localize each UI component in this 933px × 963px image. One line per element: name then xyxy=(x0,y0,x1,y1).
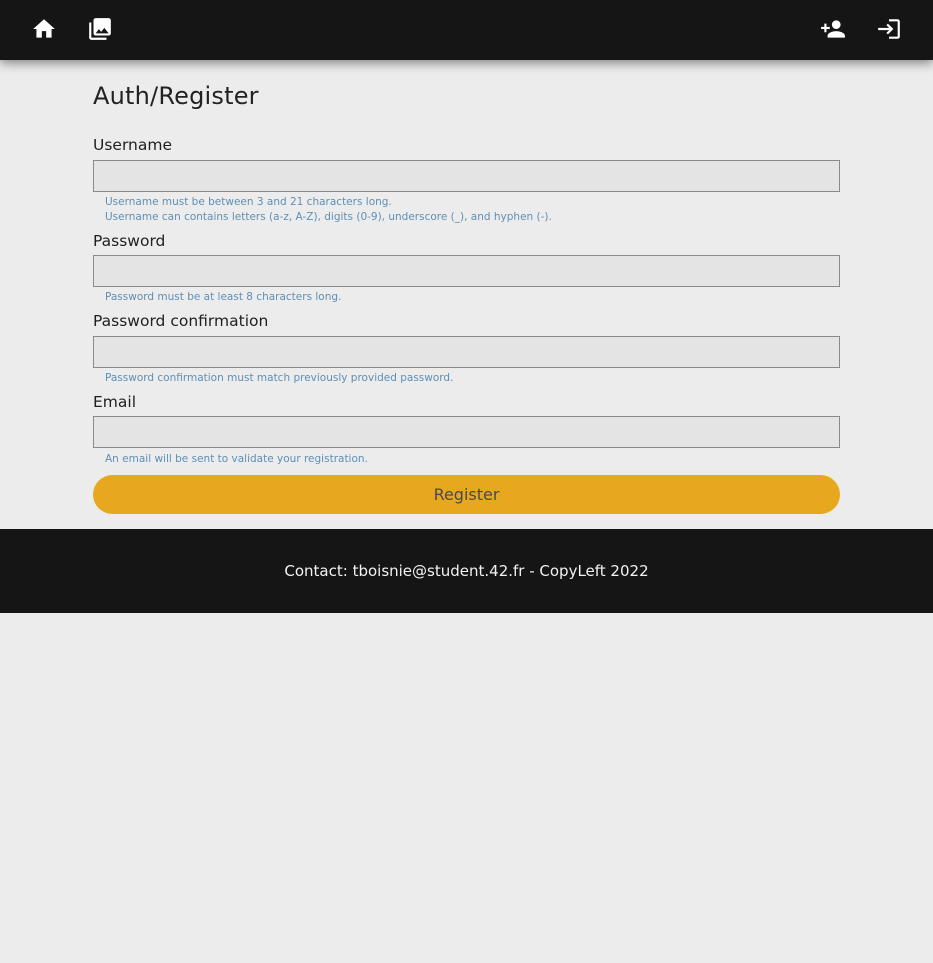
username-label: Username xyxy=(93,136,173,154)
top-navbar xyxy=(0,0,933,60)
page-title: Auth/Register xyxy=(93,82,259,110)
email-hint: An email will be sent to validate your r… xyxy=(105,453,368,465)
person-add-icon[interactable] xyxy=(820,16,846,42)
register-button[interactable]: Register xyxy=(93,475,840,514)
password-confirmation-label: Password confirmation xyxy=(93,312,269,330)
footer: Contact: tboisnie@student.42.fr - CopyLe… xyxy=(0,529,933,613)
password-confirmation-hint: Password confirmation must match previou… xyxy=(105,372,454,384)
password-label: Password xyxy=(93,232,166,250)
password-confirmation-input[interactable] xyxy=(93,336,840,368)
password-hint: Password must be at least 8 characters l… xyxy=(105,291,342,303)
home-icon[interactable] xyxy=(31,16,57,42)
login-icon[interactable] xyxy=(876,16,902,42)
photo-library-icon[interactable] xyxy=(87,16,113,42)
password-input[interactable] xyxy=(93,255,840,287)
username-hint-chars: Username can contains letters (a-z, A-Z)… xyxy=(105,211,552,223)
email-label: Email xyxy=(93,393,137,411)
username-hint-length: Username must be between 3 and 21 charac… xyxy=(105,196,392,208)
username-input[interactable] xyxy=(93,160,840,192)
email-input[interactable] xyxy=(93,416,840,448)
footer-contact-text: Contact: tboisnie@student.42.fr - CopyLe… xyxy=(284,562,649,580)
